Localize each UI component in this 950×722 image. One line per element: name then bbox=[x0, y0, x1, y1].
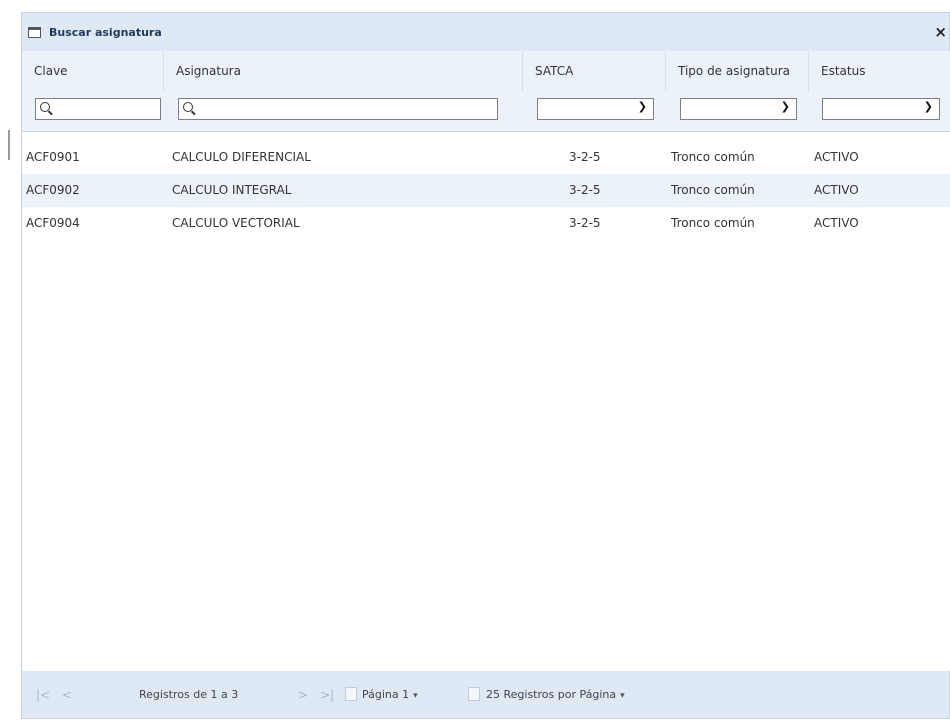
dialog-titlebar: Buscar asignatura × bbox=[22, 13, 949, 51]
filter-cell-tipo: ❯ bbox=[666, 91, 809, 129]
last-page-button[interactable]: >| bbox=[320, 688, 334, 702]
cell-clave: ACF0902 bbox=[26, 183, 80, 197]
column-header-clave[interactable]: Clave bbox=[22, 51, 164, 91]
page-selector-label: Página 1 bbox=[362, 688, 410, 701]
chevron-down-icon: ❯ bbox=[780, 100, 790, 113]
page-size-selector[interactable]: 25 Registros por Página ▾ bbox=[486, 688, 625, 701]
table-row[interactable]: ACF0901 CALCULO DIFERENCIAL 3-2-5 Tronco… bbox=[22, 141, 950, 174]
cell-asignatura: CALCULO VECTORIAL bbox=[172, 216, 300, 230]
chevron-down-icon: ▾ bbox=[413, 691, 418, 701]
cell-asignatura: CALCULO DIFERENCIAL bbox=[172, 150, 311, 164]
cell-estatus: ACTIVO bbox=[814, 216, 859, 230]
cell-tipo: Tronco común bbox=[671, 150, 755, 164]
chevron-down-icon: ▾ bbox=[620, 691, 625, 701]
table-row[interactable]: ACF0902 CALCULO INTEGRAL 3-2-5 Tronco co… bbox=[22, 174, 950, 207]
cell-clave: ACF0901 bbox=[26, 150, 80, 164]
left-edge-indicator bbox=[8, 130, 10, 160]
cell-estatus: ACTIVO bbox=[814, 183, 859, 197]
chevron-down-icon: ❯ bbox=[637, 100, 647, 113]
grid-header: Clave Asignatura SATCA Tipo de asignatur… bbox=[22, 51, 950, 132]
search-icon bbox=[40, 102, 50, 112]
estatus-filter-select[interactable]: ❯ bbox=[822, 98, 940, 120]
cell-tipo: Tronco común bbox=[671, 216, 755, 230]
cell-asignatura: CALCULO INTEGRAL bbox=[172, 183, 292, 197]
cell-clave: ACF0904 bbox=[26, 216, 80, 230]
filter-cell-estatus: ❯ bbox=[809, 91, 950, 129]
filter-cell-satca: ❯ bbox=[523, 91, 666, 129]
search-subject-dialog: Buscar asignatura × Clave Asignatura SAT… bbox=[21, 12, 950, 719]
prev-page-button[interactable]: < bbox=[62, 688, 72, 702]
grid-pager: |< < Registros de 1 a 3 > >| Página 1 ▾ 2… bbox=[22, 671, 949, 720]
cell-satca: 3-2-5 bbox=[569, 183, 601, 197]
cell-satca: 3-2-5 bbox=[569, 216, 601, 230]
asignatura-filter-input[interactable] bbox=[178, 98, 498, 120]
column-header-asignatura[interactable]: Asignatura bbox=[164, 51, 523, 91]
satca-filter-select[interactable]: ❯ bbox=[537, 98, 654, 120]
page-size-label: 25 Registros por Página bbox=[486, 688, 617, 701]
first-page-button[interactable]: |< bbox=[36, 688, 50, 702]
next-page-button[interactable]: > bbox=[298, 688, 308, 702]
page-selector[interactable]: Página 1 ▾ bbox=[362, 688, 418, 701]
clave-filter-input[interactable] bbox=[35, 98, 161, 120]
column-header-tipo[interactable]: Tipo de asignatura bbox=[666, 51, 809, 91]
column-header-satca[interactable]: SATCA bbox=[523, 51, 666, 91]
close-button[interactable]: × bbox=[934, 23, 947, 41]
records-range-label: Registros de 1 a 3 bbox=[139, 688, 239, 701]
cell-tipo: Tronco común bbox=[671, 183, 755, 197]
cell-satca: 3-2-5 bbox=[569, 150, 601, 164]
chevron-down-icon: ❯ bbox=[923, 100, 933, 113]
window-icon bbox=[28, 26, 41, 38]
subjects-grid: Clave Asignatura SATCA Tipo de asignatur… bbox=[22, 51, 950, 671]
list-icon bbox=[468, 687, 480, 701]
dialog-title: Buscar asignatura bbox=[49, 25, 162, 39]
column-header-estatus[interactable]: Estatus bbox=[809, 51, 950, 91]
tipo-filter-select[interactable]: ❯ bbox=[680, 98, 797, 120]
search-icon bbox=[183, 102, 193, 112]
table-row[interactable]: ACF0904 CALCULO VECTORIAL 3-2-5 Tronco c… bbox=[22, 207, 950, 240]
filter-cell-clave bbox=[22, 91, 164, 129]
cell-estatus: ACTIVO bbox=[814, 150, 859, 164]
page-icon bbox=[345, 687, 357, 701]
filter-cell-asignatura bbox=[164, 91, 523, 129]
